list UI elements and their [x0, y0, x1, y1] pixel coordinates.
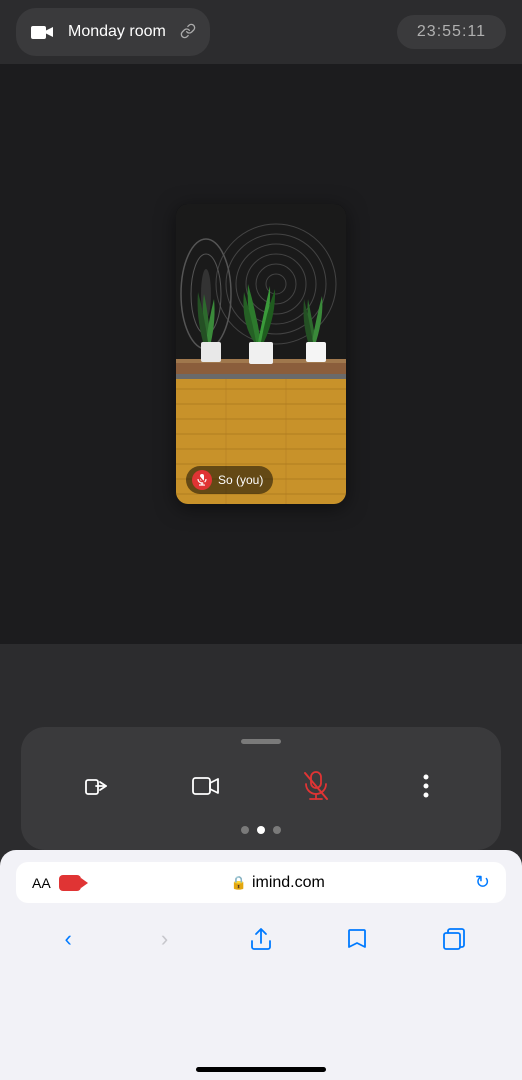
- back-button[interactable]: ‹: [46, 917, 90, 961]
- lock-icon: 🔒: [231, 875, 247, 891]
- bookmarks-button[interactable]: [335, 917, 379, 961]
- forward-button[interactable]: ›: [143, 917, 187, 961]
- room-name-label: Monday room: [68, 23, 166, 41]
- mic-muted-icon: [192, 470, 212, 490]
- timer-display: 23:55:11: [397, 15, 506, 49]
- camera-icon: [26, 16, 58, 48]
- pagination-dots: [241, 826, 281, 834]
- toolbar: [21, 727, 501, 850]
- timer-text: 23:55:11: [417, 23, 486, 40]
- link-icon: [180, 23, 196, 42]
- header: Monday room 23:55:11: [0, 0, 522, 64]
- forward-arrow-icon: ›: [161, 926, 168, 952]
- drag-handle[interactable]: [241, 739, 281, 744]
- browser-url-center: 🔒 imind.com: [81, 874, 475, 892]
- browser-url-bar[interactable]: AA 🔒 imind.com ↻: [16, 862, 506, 903]
- video-recording-icon: [59, 875, 81, 891]
- tabs-icon: [443, 928, 465, 950]
- share-button[interactable]: [239, 917, 283, 961]
- browser-url-left: AA: [32, 875, 81, 891]
- aa-label[interactable]: AA: [32, 875, 51, 891]
- more-button[interactable]: [400, 760, 452, 812]
- camera-toggle-button[interactable]: [180, 760, 232, 812]
- user-label: So (you): [186, 466, 273, 494]
- browser-nav: ‹ ›: [0, 907, 522, 971]
- reload-icon[interactable]: ↻: [475, 872, 490, 893]
- dot-2: [257, 826, 265, 834]
- back-arrow-icon: ‹: [65, 926, 72, 952]
- plant-scene: [176, 204, 346, 504]
- dot-1: [241, 826, 249, 834]
- dot-3: [273, 826, 281, 834]
- video-tile: So (you): [176, 204, 346, 504]
- tabs-button[interactable]: [432, 917, 476, 961]
- leave-button[interactable]: [70, 760, 122, 812]
- browser-bar: AA 🔒 imind.com ↻ ‹ ›: [0, 850, 522, 1080]
- home-indicator: [196, 1067, 326, 1072]
- toolbar-container: [0, 727, 522, 850]
- toolbar-buttons: [21, 760, 501, 812]
- room-info[interactable]: Monday room: [16, 8, 210, 56]
- url-text[interactable]: imind.com: [252, 874, 325, 892]
- video-area: So (you): [0, 64, 522, 644]
- bookmarks-icon: [346, 927, 368, 951]
- share-icon: [250, 927, 272, 951]
- mic-toggle-button[interactable]: [290, 760, 342, 812]
- user-name-label: So (you): [218, 473, 263, 487]
